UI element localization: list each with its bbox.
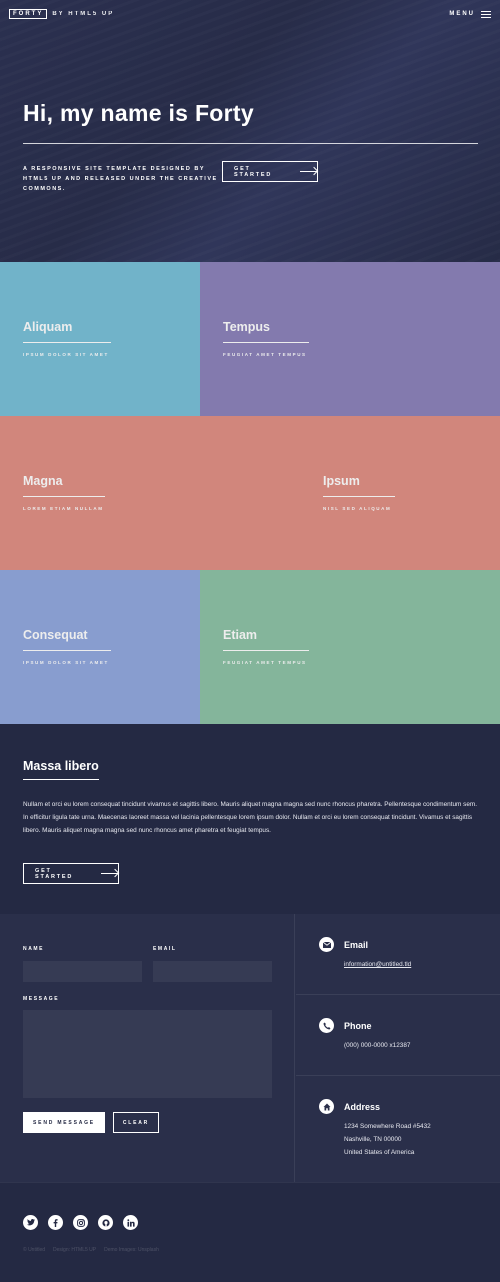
- contact-email-block: Email information@untitled.tld: [296, 914, 500, 995]
- address-line-1: 1234 Somewhere Road #5432: [344, 1123, 431, 1130]
- arrow-right-icon: [101, 873, 118, 874]
- message-label: MESSAGE: [23, 996, 60, 1002]
- tile-title: Magna: [23, 474, 63, 488]
- tile-magna[interactable]: Magna Lorem etiam nullam Ipsum Nisl sed …: [0, 416, 500, 570]
- arrow-right-icon: [300, 171, 317, 172]
- tile-divider: [223, 342, 309, 343]
- contact-form: NAME EMAIL MESSAGE SEND MESSAGE CLEAR: [0, 914, 295, 1182]
- tile-subtitle: Ipsum dolor sit amet: [23, 660, 109, 665]
- tile-subtitle: Lorem etiam nullam: [23, 506, 104, 511]
- footer: © Untitled Design: HTML5 UP Demo Images:…: [0, 1182, 500, 1282]
- tile-divider: [23, 342, 111, 343]
- phone-icon: [319, 1018, 334, 1033]
- credit-images[interactable]: Demo Images: Unsplash: [104, 1247, 159, 1253]
- menu-label: MENU: [449, 11, 475, 17]
- address-title: Address: [344, 1102, 381, 1112]
- tile-title: Tempus: [223, 320, 270, 334]
- phone-title: Phone: [344, 1021, 372, 1031]
- logo-byline: BY HTML5 UP: [52, 11, 115, 17]
- tile-subtitle-ipsum: Nisl sed aliquam: [323, 506, 392, 511]
- instagram-icon[interactable]: [73, 1215, 88, 1230]
- get-started-button-secondary[interactable]: GET STARTED: [23, 863, 119, 884]
- tile-consequat[interactable]: Consequat Ipsum dolor sit amet: [0, 570, 200, 724]
- send-message-button[interactable]: SEND MESSAGE: [23, 1112, 105, 1133]
- banner-subtitle: A responsive site template designed by H…: [23, 166, 218, 192]
- tile-title: Consequat: [23, 628, 88, 642]
- contact-phone-block: Phone (000) 000-0000 x12387: [296, 995, 500, 1076]
- get-started-button[interactable]: GET STARTED: [222, 161, 318, 182]
- address-line-2: Nashville, TN 00000: [344, 1136, 402, 1143]
- tile-subtitle: Feugiat amet tempus: [223, 660, 307, 665]
- email-label: EMAIL: [153, 946, 177, 952]
- tile-divider: [23, 650, 111, 651]
- address-line-3: United States of America: [344, 1149, 415, 1156]
- twitter-icon[interactable]: [23, 1215, 38, 1230]
- banner-divider: [23, 143, 478, 144]
- tile-title: Aliquam: [23, 320, 73, 334]
- logo[interactable]: FORTY BY HTML5 UP: [9, 9, 114, 19]
- linkedin-icon[interactable]: [123, 1215, 138, 1230]
- intro-paragraph: Nullam et orci eu lorem consequat tincid…: [23, 801, 477, 834]
- tile-aliquam[interactable]: Aliquam Ipsum dolor sit amet: [0, 262, 200, 416]
- banner: Hi, my name is Forty A responsive site t…: [0, 0, 500, 262]
- tile-divider: [223, 650, 309, 651]
- get-started-label: GET STARTED: [35, 867, 74, 880]
- logo-text: FORTY: [9, 9, 48, 19]
- tile-divider: [23, 496, 105, 497]
- header: FORTY BY HTML5 UP MENU: [0, 0, 500, 28]
- email-link[interactable]: information@untitled.tld: [344, 959, 411, 972]
- email-title: Email: [344, 940, 369, 950]
- phone-value: (000) 000-0000 x12387: [344, 1042, 411, 1049]
- section-title: Massa libero: [23, 759, 99, 773]
- hamburger-icon: [481, 10, 491, 18]
- tile-subtitle: Ipsum dolor sit amet: [23, 352, 109, 357]
- name-input[interactable]: [23, 961, 142, 982]
- menu-button[interactable]: MENU: [449, 10, 491, 18]
- github-icon[interactable]: [98, 1215, 113, 1230]
- tile-title-ipsum: Ipsum: [323, 474, 360, 488]
- home-icon: [319, 1099, 334, 1114]
- name-label: NAME: [23, 946, 45, 952]
- tile-title: Etiam: [223, 628, 258, 642]
- email-input[interactable]: [153, 961, 272, 982]
- copyright-text: © Untitled: [23, 1247, 46, 1253]
- contact-address-block: Address 1234 Somewhere Road #5432 Nashvi…: [296, 1076, 500, 1182]
- tile-divider: [323, 496, 395, 497]
- copyright: © Untitled Design: HTML5 UP Demo Images:…: [23, 1247, 167, 1253]
- message-textarea[interactable]: [23, 1010, 272, 1098]
- banner-title: Hi, my name is Forty: [23, 100, 254, 126]
- get-started-label: GET STARTED: [234, 165, 273, 178]
- section-divider: [23, 779, 99, 780]
- contact-section: NAME EMAIL MESSAGE SEND MESSAGE CLEAR Em…: [0, 914, 500, 1182]
- credit-design[interactable]: Design: HTML5 UP: [53, 1247, 96, 1253]
- intro-section: Massa libero Nullam et orci eu lorem con…: [0, 724, 500, 914]
- facebook-icon[interactable]: [48, 1215, 63, 1230]
- tile-etiam[interactable]: Etiam Feugiat amet tempus: [200, 570, 500, 724]
- clear-button[interactable]: CLEAR: [113, 1112, 159, 1133]
- tile-tempus[interactable]: Tempus Feugiat amet tempus: [200, 262, 500, 416]
- envelope-icon: [319, 937, 334, 952]
- tile-subtitle: Feugiat amet tempus: [223, 352, 307, 357]
